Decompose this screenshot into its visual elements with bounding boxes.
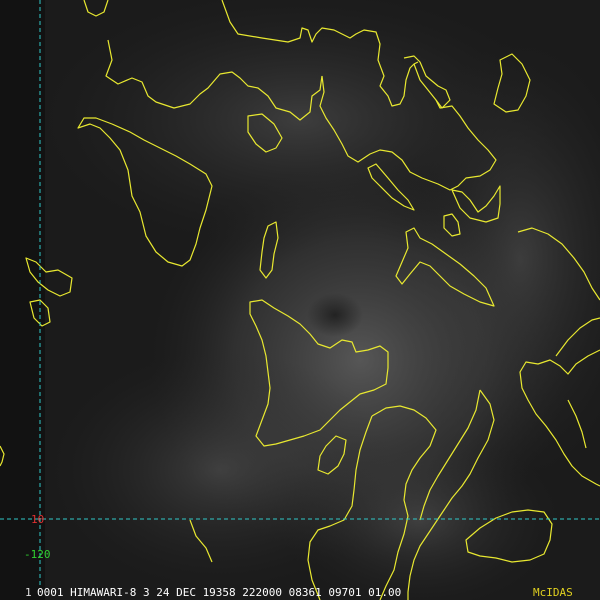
image-info-bar: 1 0001 HIMAWARI-8 3 24 DEC 19358 222000 … <box>0 586 600 600</box>
latitude-label: 10 <box>31 513 45 526</box>
storm-eye <box>307 293 363 337</box>
frame-number: 1 <box>25 586 32 599</box>
image-header-text: 0001 HIMAWARI-8 3 24 DEC 19358 222000 08… <box>37 586 402 599</box>
satellite-viewport[interactable]: 10 -120 1 0001 HIMAWARI-8 3 24 DEC 19358… <box>0 0 600 600</box>
longitude-label: -120 <box>24 548 51 561</box>
satellite-map <box>0 0 600 600</box>
mcidas-logo: McIDAS <box>533 586 573 599</box>
